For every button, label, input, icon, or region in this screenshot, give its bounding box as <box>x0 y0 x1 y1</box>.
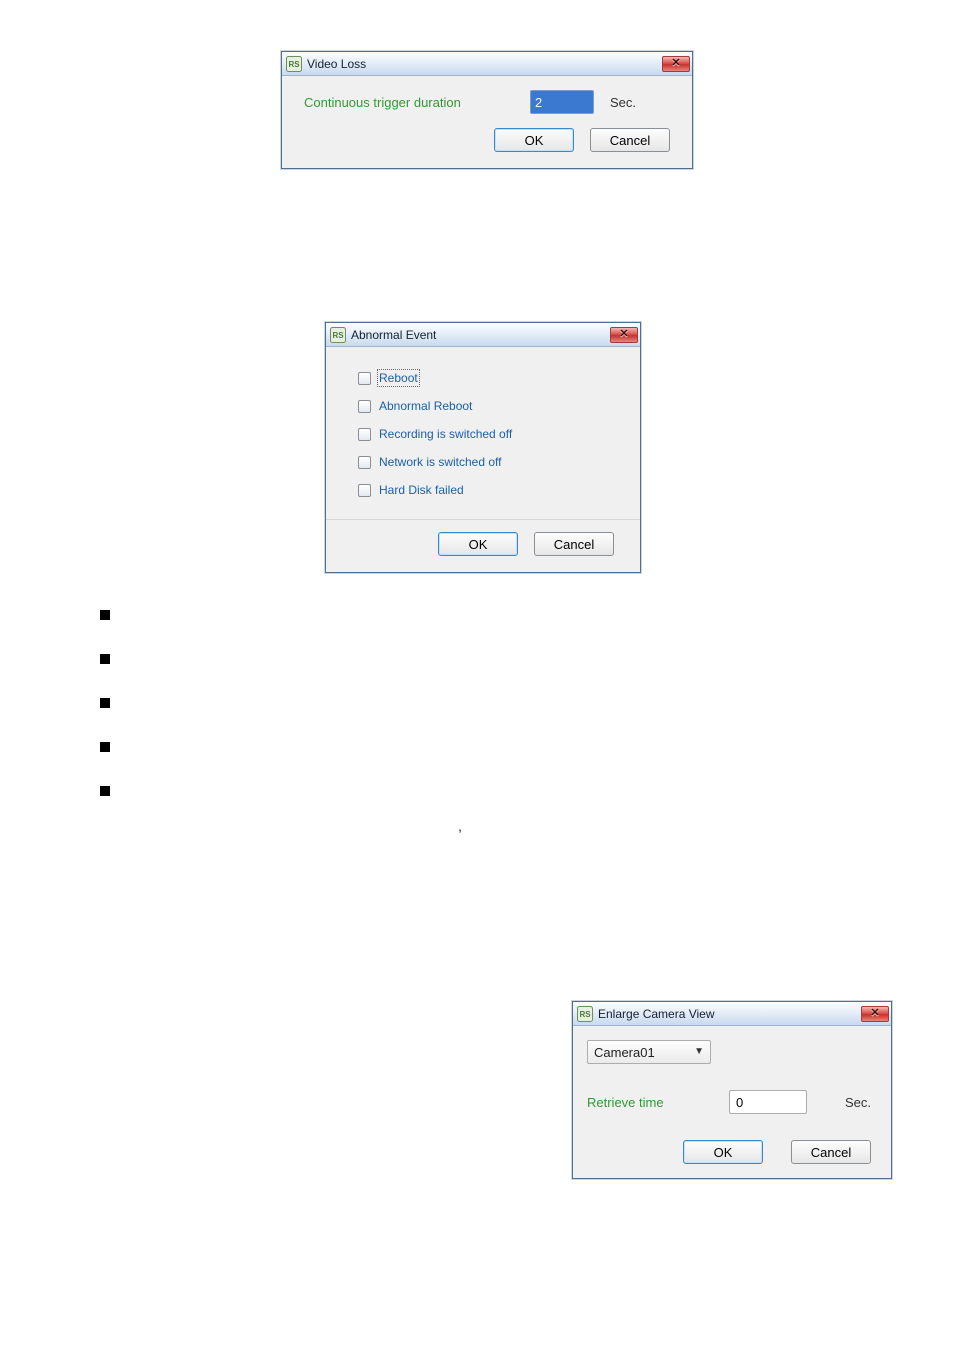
ok-button[interactable]: OK <box>683 1140 763 1164</box>
dialog-title: Enlarge Camera View <box>598 1007 715 1021</box>
checkbox-item-reboot: Reboot <box>358 371 608 385</box>
checkbox[interactable] <box>358 400 371 413</box>
duration-input[interactable] <box>530 90 594 114</box>
divider <box>326 519 640 520</box>
close-icon: ✕ <box>870 1008 879 1019</box>
stray-comma: , <box>458 818 462 834</box>
dialog-title: Abnormal Event <box>351 328 436 342</box>
svg-text:RS: RS <box>332 331 344 340</box>
close-icon: ✕ <box>619 329 628 340</box>
camera-select-value: Camera01 <box>594 1045 655 1060</box>
bullet <box>100 742 110 752</box>
checkbox-label: Network is switched off <box>379 455 502 469</box>
dialog-enlarge-camera-view: RS Enlarge Camera View ✕ Camera01 ▼ Retr… <box>572 1001 892 1179</box>
retrieve-time-unit: Sec. <box>845 1095 871 1110</box>
titlebar: RS Enlarge Camera View ✕ <box>573 1002 891 1026</box>
close-icon: ✕ <box>671 58 680 69</box>
checkbox[interactable] <box>358 372 371 385</box>
cancel-button[interactable]: Cancel <box>791 1140 871 1164</box>
checkbox-label: Abnormal Reboot <box>379 399 472 413</box>
bullet <box>100 610 110 620</box>
camera-select[interactable]: Camera01 ▼ <box>587 1040 711 1064</box>
checkbox-label: Recording is switched off <box>379 427 512 441</box>
ok-button[interactable]: OK <box>438 532 518 556</box>
duration-unit: Sec. <box>610 95 636 110</box>
checkbox-label: Reboot <box>379 371 418 385</box>
checkbox-label: Hard Disk failed <box>379 483 464 497</box>
dialog-video-loss: RS Video Loss ✕ Continuous trigger durat… <box>281 51 693 169</box>
dialog-body: Reboot Abnormal Reboot Recording is swit… <box>326 347 640 572</box>
app-icon: RS <box>330 327 346 343</box>
close-button[interactable]: ✕ <box>662 56 690 72</box>
checkbox[interactable] <box>358 484 371 497</box>
ok-button[interactable]: OK <box>494 128 574 152</box>
checkbox[interactable] <box>358 428 371 441</box>
dialog-body: Continuous trigger duration Sec. OK Canc… <box>282 76 692 168</box>
dialog-title: Video Loss <box>307 57 366 71</box>
dialog-abnormal-event: RS Abnormal Event ✕ Reboot Abnormal Rebo… <box>325 322 641 573</box>
app-icon: RS <box>286 56 302 72</box>
checkbox-item-recording-off: Recording is switched off <box>358 427 608 441</box>
dialog-body: Camera01 ▼ Retrieve time Sec. OK Cancel <box>573 1026 891 1178</box>
cancel-button[interactable]: Cancel <box>590 128 670 152</box>
checkbox-item-hdd-failed: Hard Disk failed <box>358 483 608 497</box>
checkbox-list: Reboot Abnormal Reboot Recording is swit… <box>352 367 614 501</box>
bullet <box>100 654 110 664</box>
duration-label: Continuous trigger duration <box>304 95 514 110</box>
checkbox-item-network-off: Network is switched off <box>358 455 608 469</box>
bullet <box>100 698 110 708</box>
bullet <box>100 786 110 796</box>
titlebar: RS Video Loss ✕ <box>282 52 692 76</box>
retrieve-time-label: Retrieve time <box>587 1095 713 1110</box>
retrieve-time-input[interactable] <box>729 1090 807 1114</box>
checkbox[interactable] <box>358 456 371 469</box>
chevron-down-icon: ▼ <box>694 1047 704 1057</box>
svg-text:RS: RS <box>579 1010 591 1019</box>
svg-text:RS: RS <box>288 60 300 69</box>
cancel-button[interactable]: Cancel <box>534 532 614 556</box>
app-icon: RS <box>577 1006 593 1022</box>
titlebar: RS Abnormal Event ✕ <box>326 323 640 347</box>
close-button[interactable]: ✕ <box>610 327 638 343</box>
checkbox-item-abnormal-reboot: Abnormal Reboot <box>358 399 608 413</box>
bullet-list <box>100 610 110 796</box>
close-button[interactable]: ✕ <box>861 1006 889 1022</box>
